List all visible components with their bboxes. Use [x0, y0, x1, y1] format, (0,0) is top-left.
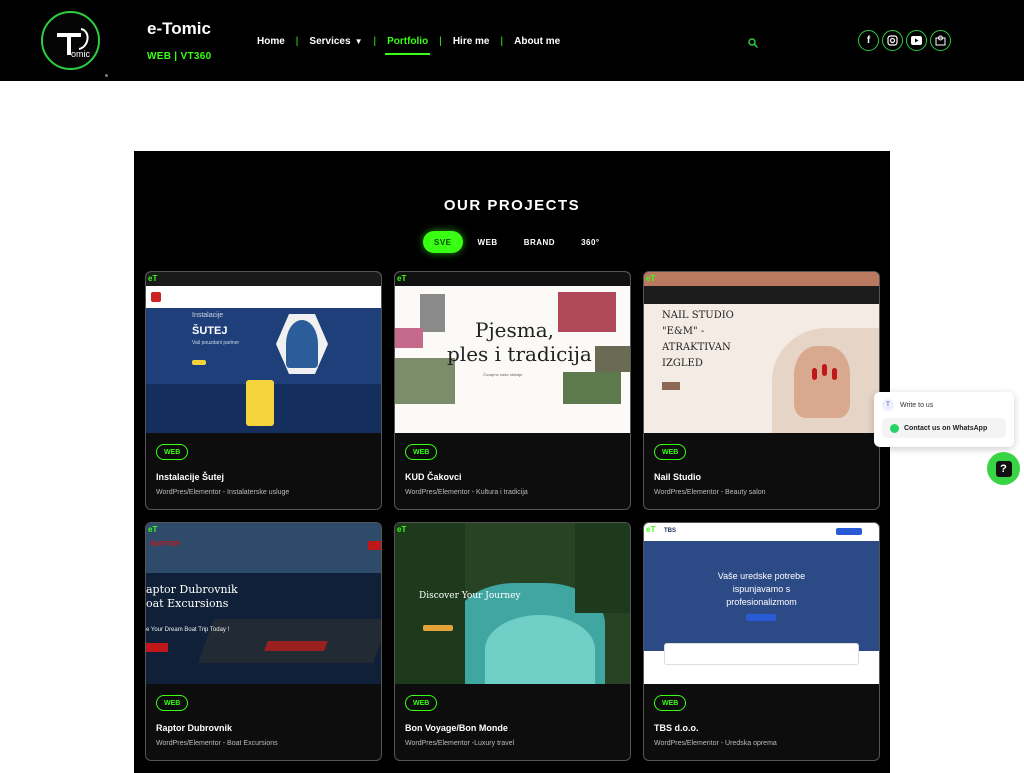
project-thumbnail: Instalacije ŠUTEJ Vaš pouzdani partner [146, 272, 381, 433]
project-title: TBS d.o.o. [654, 723, 699, 733]
brand-title[interactable]: e-Tomic [147, 19, 211, 39]
project-card-tbs[interactable]: TBS Vaše uredske potrebe ispunjavamo s p… [643, 522, 880, 761]
logo-text: omic [71, 49, 91, 59]
project-description: WordPres/Elementor - Instalaterske uslug… [156, 489, 290, 496]
shot-headline: ples i tradicija [447, 342, 592, 366]
section-title: OUR PROJECTS [443, 197, 581, 214]
shot-headline: ŠUTEJ [192, 325, 228, 337]
projects-section: OUR PROJECTS SVE WEB BRAND 360° Instalac… [134, 151, 890, 773]
project-tag[interactable]: WEB [654, 695, 687, 711]
shot-headline: IZGLED [662, 358, 703, 369]
project-title: Raptor Dubrovnik [156, 723, 233, 733]
et-badge: eT [646, 274, 656, 283]
youtube-icon[interactable] [906, 30, 927, 51]
whatsapp-label: Contact us on WhatsApp [904, 424, 988, 432]
et-badge: eT [397, 525, 407, 534]
project-description: WordPres/Elementor - Kultura i tradicija [405, 489, 528, 496]
et-badge: eT [148, 525, 158, 534]
brand-subtitle: WEB | VT360 [147, 51, 212, 62]
write-to-us-label: Write to us [900, 401, 934, 409]
project-tag[interactable]: WEB [156, 444, 189, 460]
social-links: f [858, 30, 951, 51]
et-badge: eT [646, 525, 656, 534]
et-badge: eT [397, 274, 407, 283]
nav-about[interactable]: About me [514, 36, 560, 47]
filter-all[interactable]: SVE [423, 231, 463, 253]
shot-logo: RAPTOR [150, 541, 180, 548]
project-thumbnail: NAIL STUDIO "E&M" - ATRAKTIVAN IZGLED [644, 272, 879, 433]
avatar: T [882, 399, 894, 411]
project-card-sutej[interactable]: Instalacije ŠUTEJ Vaš pouzdani partner e… [145, 271, 382, 510]
shot-headline: profesionalizmom [726, 597, 797, 607]
nav-separator: | [373, 35, 377, 47]
shot-headline: Čuvajmo naše običaje [483, 372, 523, 377]
project-description: WordPres/Elementor - Boat Excursions [156, 740, 278, 747]
project-card-nail[interactable]: NAIL STUDIO "E&M" - ATRAKTIVAN IZGLED eT… [643, 271, 880, 510]
project-description: WordPres/Elementor - Beauty salon [654, 489, 766, 496]
project-card-kud[interactable]: Pjesma, ples i tradicija Čuvajmo naše ob… [394, 271, 631, 510]
help-button[interactable]: ? [987, 452, 1020, 485]
project-title: Bon Voyage/Bon Monde [405, 723, 508, 733]
shot-headline: oat Excursions [146, 597, 229, 610]
shot-headline: NAIL STUDIO [662, 310, 734, 321]
nav-services[interactable]: Services ▼ [309, 36, 362, 47]
filter-360[interactable]: 360° [570, 231, 611, 253]
project-title: Instalacije Šutej [156, 472, 225, 482]
project-card-raptor[interactable]: RAPTOR aptor Dubrovnik oat Excursions e … [145, 522, 382, 761]
chat-widget: T Write to us Contact us on WhatsApp [874, 392, 1014, 447]
site-header: omic e-Tomic WEB | VT360 Home | Services… [0, 0, 1024, 81]
nav-separator: | [295, 35, 299, 47]
nav-home[interactable]: Home [257, 36, 285, 47]
project-description: WordPres/Elementor - Uredska oprema [654, 740, 777, 747]
caret-down-icon: ▼ [354, 36, 363, 46]
shot-headline: ATRAKTIVAN [662, 342, 731, 353]
contact-icon[interactable] [930, 30, 951, 51]
project-tag[interactable]: WEB [156, 695, 189, 711]
decor-dot [105, 74, 108, 77]
nav-hire[interactable]: Hire me [453, 36, 490, 47]
project-description: WordPres/Elementor -Luxury travel [405, 740, 515, 747]
project-card-bonvoyage[interactable]: Discover Your Journey eT WEB Bon Voyage/… [394, 522, 631, 761]
facebook-icon[interactable]: f [858, 30, 879, 51]
help-icon: ? [995, 460, 1012, 477]
search-icon[interactable] [748, 38, 758, 48]
project-tag[interactable]: WEB [654, 444, 687, 460]
project-title: Nail Studio [654, 472, 701, 482]
project-thumbnail: Discover Your Journey [395, 523, 630, 684]
main-nav: Home | Services ▼ | Portfolio | Hire me |… [257, 35, 560, 55]
project-thumbnail: RAPTOR aptor Dubrovnik oat Excursions e … [146, 523, 381, 684]
project-thumbnail: Pjesma, ples i tradicija Čuvajmo naše ob… [395, 272, 630, 433]
nav-separator: | [439, 35, 442, 47]
et-badge: eT [148, 274, 158, 283]
nav-separator: | [500, 35, 504, 47]
filter-brand[interactable]: BRAND [513, 231, 566, 253]
project-tag[interactable]: WEB [405, 444, 438, 460]
instagram-icon[interactable] [882, 30, 903, 51]
shot-logo: TBS [664, 528, 676, 534]
project-tag[interactable]: WEB [405, 695, 438, 711]
shot-headline: Instalacije [192, 312, 224, 319]
shot-headline: ispunjavamo s [732, 584, 791, 594]
nav-services-label: Services [309, 35, 351, 47]
whatsapp-button[interactable]: Contact us on WhatsApp [882, 418, 1006, 438]
whatsapp-icon [890, 423, 899, 433]
shot-headline: Discover Your Journey [419, 591, 521, 601]
site-logo[interactable]: omic [41, 11, 100, 70]
shot-headline: e Your Dream Boat Trip Today ! [146, 627, 230, 633]
shot-headline: Vaš pouzdani partner [192, 340, 240, 346]
project-title: KUD Čakovci [405, 472, 462, 482]
project-filters: SVE WEB BRAND 360° [423, 231, 615, 253]
shot-headline: Vaše uredske potrebe [717, 571, 806, 581]
shot-headline: Pjesma, [475, 318, 555, 342]
filter-web[interactable]: WEB [467, 231, 509, 253]
write-to-us[interactable]: T Write to us [882, 399, 933, 411]
project-thumbnail: TBS Vaše uredske potrebe ispunjavamo s p… [644, 523, 879, 684]
nav-portfolio[interactable]: Portfolio [385, 36, 431, 55]
shot-headline: aptor Dubrovnik [146, 583, 238, 596]
shot-headline: "E&M" - [662, 326, 705, 337]
